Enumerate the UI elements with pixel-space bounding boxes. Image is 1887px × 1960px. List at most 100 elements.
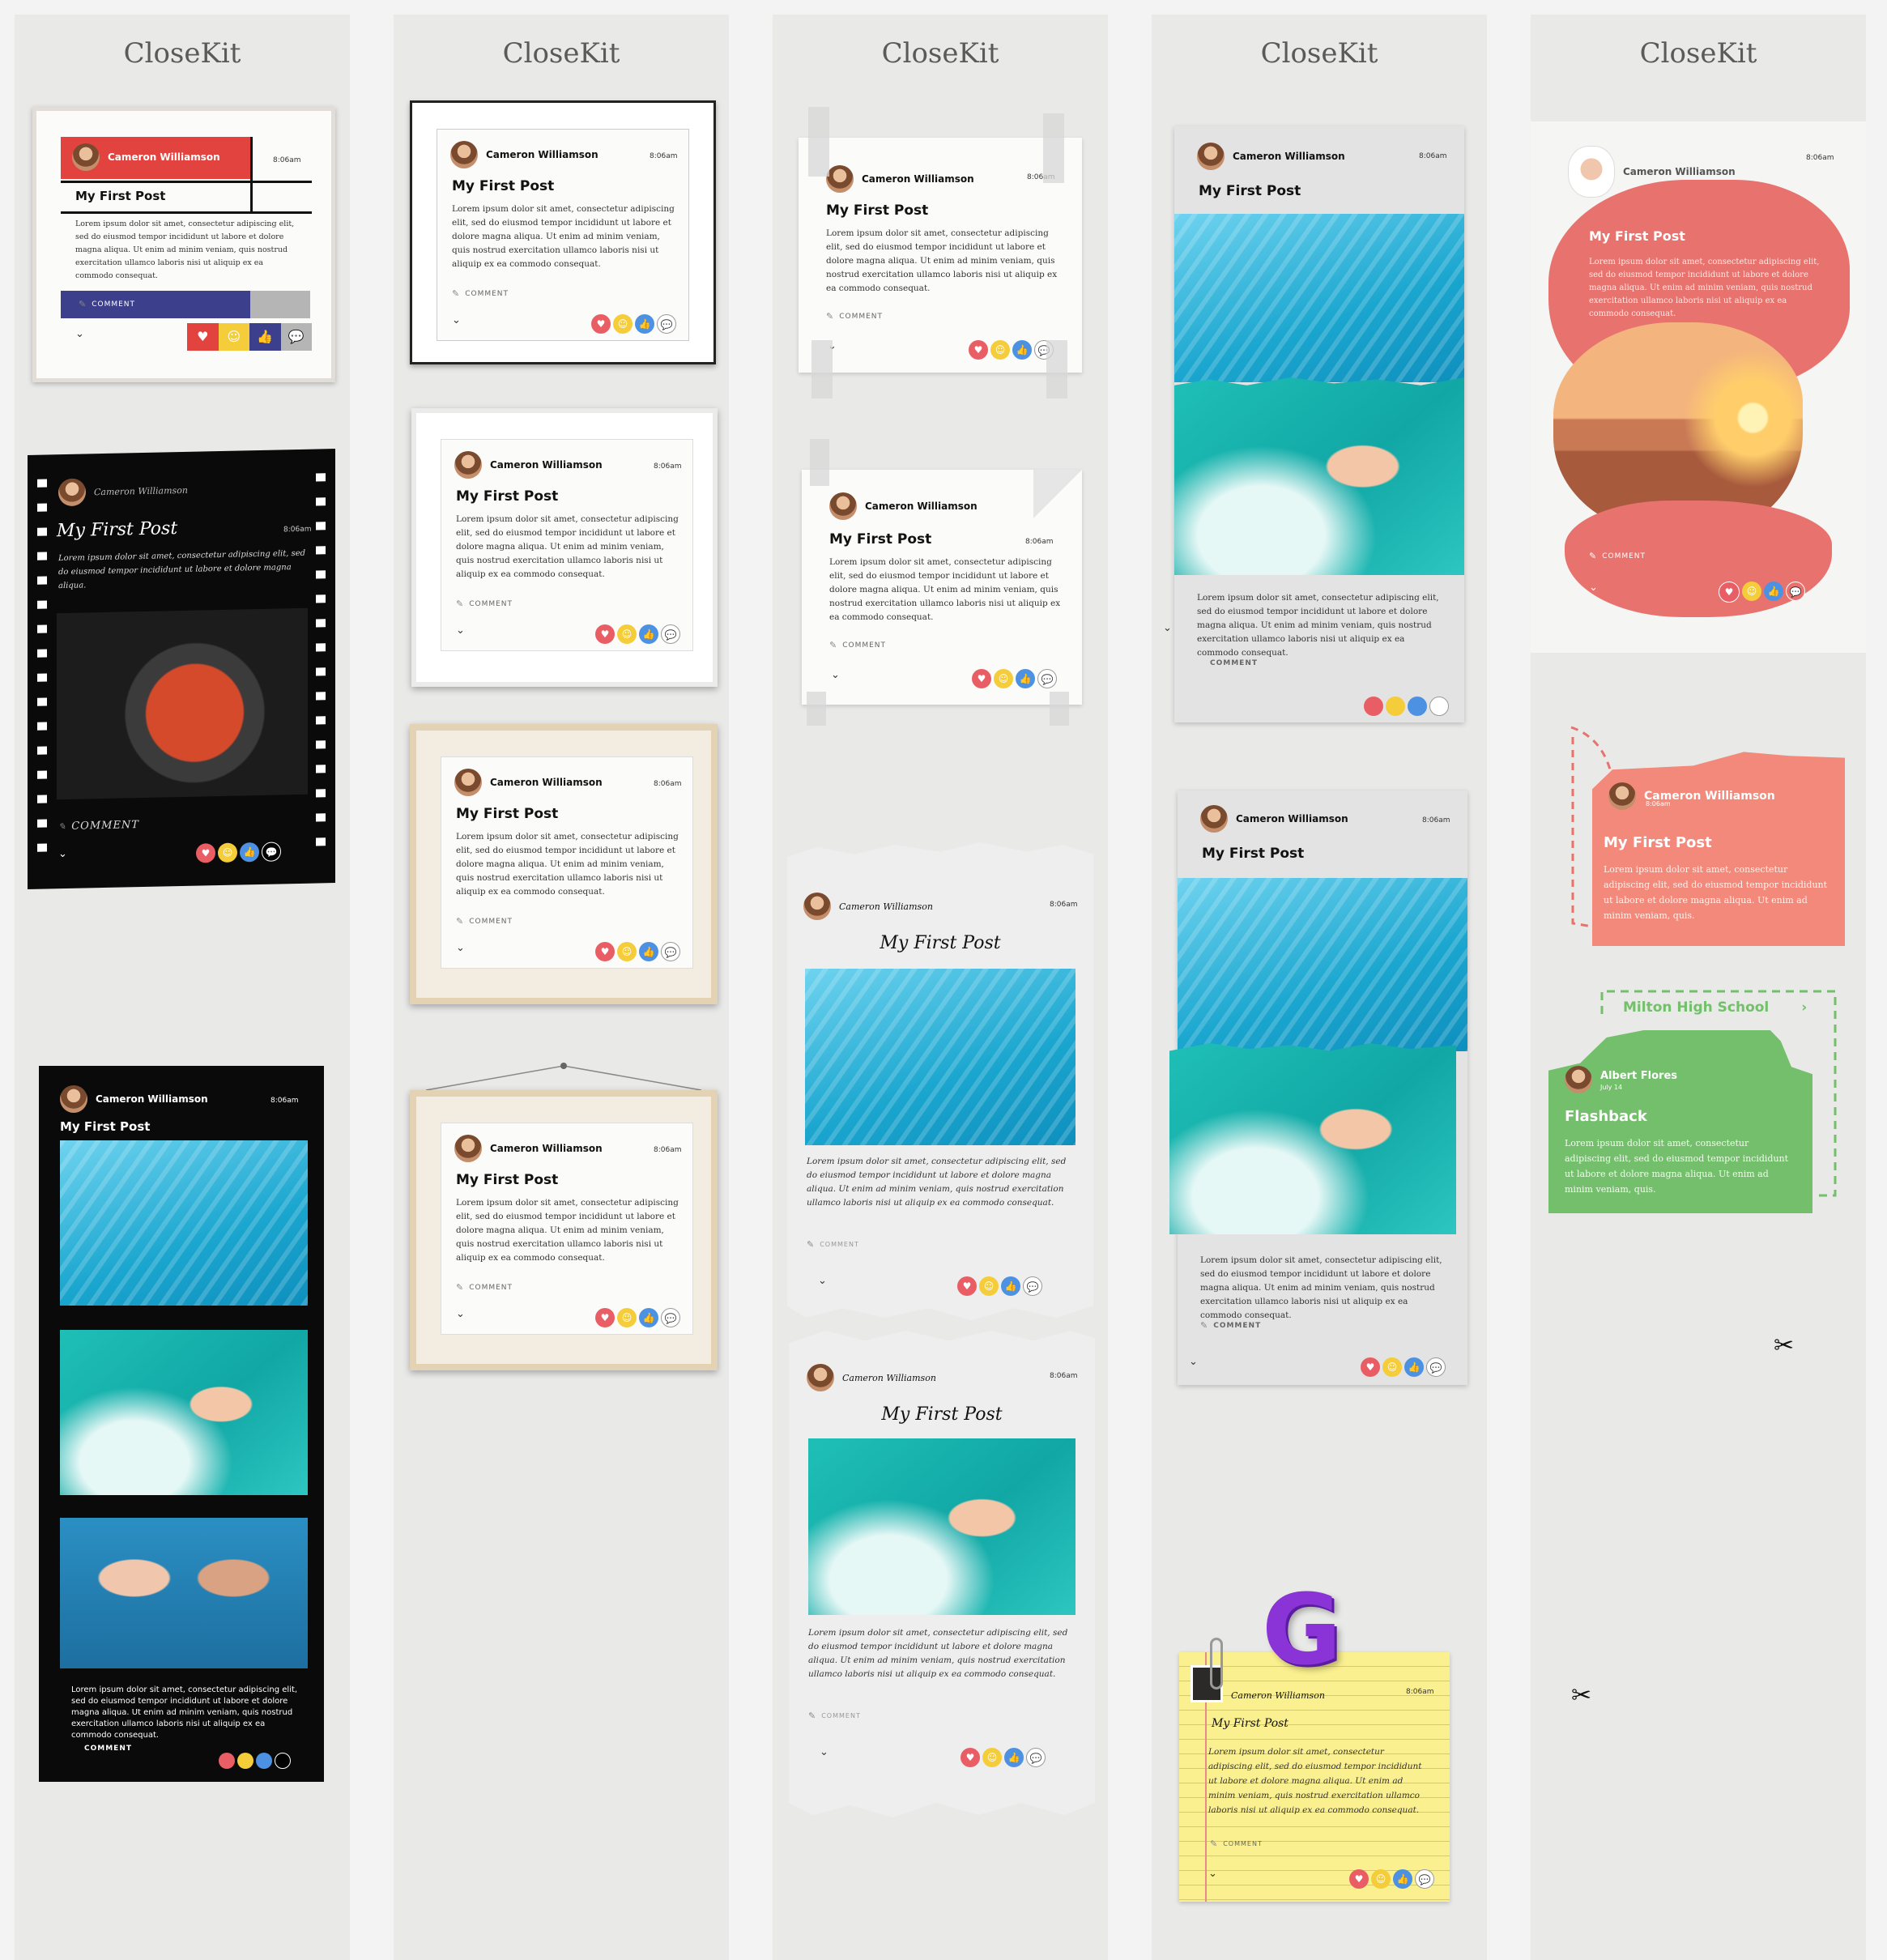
comment-button[interactable]: ✎ COMMENT (456, 1282, 513, 1293)
red-dot[interactable] (1364, 697, 1383, 716)
heart-icon[interactable]: ♥ (591, 314, 611, 334)
comment-button[interactable]: ✎ COMMENT (58, 819, 139, 833)
chevron-down-icon[interactable]: ⌄ (831, 669, 840, 681)
avatar[interactable] (826, 165, 854, 193)
user-name[interactable]: Cameron Williamson (486, 149, 598, 160)
avatar[interactable] (807, 1364, 834, 1391)
thumbs-up-icon[interactable]: 👍 (639, 1308, 658, 1327)
user-name[interactable]: Cameron Williamson (1231, 1690, 1325, 1701)
thumbs-up-icon[interactable]: 👍 (1001, 1276, 1020, 1296)
smile-icon[interactable]: ☺ (979, 1276, 999, 1296)
thumbs-up-icon[interactable]: 👍 (1393, 1869, 1412, 1889)
chevron-down-icon[interactable]: ⌄ (1163, 622, 1172, 634)
user-name[interactable]: Cameron Williamson (108, 151, 220, 163)
chevron-down-icon[interactable]: ⌄ (456, 942, 465, 954)
user-name[interactable]: Cameron Williamson (490, 459, 603, 471)
speech-icon[interactable]: 💬 (1037, 669, 1057, 688)
chevron-down-icon[interactable]: ⌄ (456, 1308, 465, 1320)
chevron-down-icon[interactable]: ⌄ (1189, 1356, 1198, 1368)
chevron-down-icon[interactable]: ⌄ (58, 848, 67, 860)
smile-icon[interactable]: ☺ (994, 669, 1013, 688)
user-name[interactable]: Cameron Williamson (862, 173, 974, 185)
speech-icon[interactable]: 💬 (661, 624, 680, 644)
yellow-dot[interactable] (1386, 697, 1405, 716)
thumbs-up-icon[interactable]: 👍 (639, 624, 658, 644)
user-name[interactable]: Cameron Williamson (839, 901, 933, 912)
post-image[interactable] (57, 607, 308, 800)
heart-icon[interactable]: ♥ (595, 1308, 615, 1327)
thumbs-up-icon[interactable]: 👍 (1016, 669, 1035, 688)
thumbs-up-icon[interactable]: 👍 (1004, 1748, 1024, 1767)
heart-icon[interactable]: ♥ (972, 669, 991, 688)
blue-dot[interactable] (256, 1753, 272, 1769)
smile-icon[interactable]: ☺ (617, 624, 637, 644)
thumbs-up-icon[interactable]: 👍 (635, 314, 654, 334)
avatar[interactable] (803, 893, 831, 920)
smile-icon[interactable]: ☺ (617, 1308, 637, 1327)
speech-icon[interactable]: 💬 (1426, 1357, 1446, 1377)
comment-button[interactable]: COMMENT (1210, 659, 1258, 667)
smile-icon[interactable]: ☺ (1382, 1357, 1402, 1377)
comment-button[interactable]: ✎ COMMENT (79, 299, 135, 309)
avatar[interactable] (829, 492, 857, 520)
user-name[interactable]: Cameron Williamson (865, 501, 978, 512)
thumbs-up-icon[interactable]: 👍 (249, 323, 281, 351)
post-image-couple[interactable] (60, 1518, 308, 1668)
speech-icon[interactable]: 💬 (262, 842, 281, 862)
avatar[interactable] (450, 141, 478, 168)
chevron-down-icon[interactable]: ⌄ (1589, 582, 1598, 594)
post-image-spa[interactable] (60, 1330, 308, 1495)
smile-icon[interactable]: ☺ (1742, 582, 1761, 601)
heart-icon[interactable]: ♥ (595, 942, 615, 961)
post-image[interactable] (808, 1438, 1076, 1615)
smile-icon[interactable]: ☺ (617, 942, 637, 961)
blue-dot[interactable] (1408, 697, 1427, 716)
user-name[interactable]: Cameron Williamson (1233, 151, 1345, 162)
empty-dot[interactable] (1429, 697, 1449, 716)
comment-button[interactable]: ✎ COMMENT (1200, 1320, 1261, 1331)
avatar[interactable] (60, 1085, 87, 1113)
comment-button[interactable]: ✎ COMMENT (807, 1239, 859, 1250)
comment-button[interactable]: ✎ COMMENT (829, 640, 886, 650)
scissors-icon[interactable]: ✂ (1571, 1681, 1591, 1710)
heart-icon[interactable]: ♥ (961, 1748, 980, 1767)
avatar[interactable] (1565, 1066, 1592, 1093)
empty-dot[interactable] (275, 1753, 291, 1769)
comment-button[interactable]: ✎ COMMENT (452, 288, 509, 299)
comment-button[interactable]: ✎ COMMENT (826, 311, 883, 322)
heart-icon[interactable]: ♥ (187, 323, 219, 351)
comment-button[interactable]: ✎ COMMENT (456, 916, 513, 927)
user-name[interactable]: Cameron Williamson (490, 777, 603, 788)
speech-icon[interactable]: 💬 (1786, 582, 1805, 601)
post-image[interactable] (805, 969, 1076, 1145)
heart-icon[interactable]: ♥ (1349, 1869, 1369, 1889)
post-image-pool[interactable] (1178, 878, 1467, 1051)
thumbs-up-icon[interactable]: 👍 (1404, 1357, 1424, 1377)
speech-icon[interactable]: 💬 (1026, 1748, 1046, 1767)
thumbs-up-icon[interactable]: 👍 (1012, 340, 1032, 360)
speech-icon[interactable]: 💬 (661, 1308, 680, 1327)
user-name[interactable]: Cameron Williamson (94, 484, 188, 496)
user-name[interactable]: Cameron Williamson (1236, 813, 1348, 824)
smile-icon[interactable]: ☺ (982, 1748, 1002, 1767)
user-name[interactable]: Albert Flores (1600, 1070, 1677, 1082)
chevron-down-icon[interactable]: ⌄ (75, 328, 84, 340)
smile-icon[interactable]: ☺ (218, 842, 237, 863)
avatar[interactable] (454, 769, 482, 796)
chevron-down-icon[interactable]: ⌄ (456, 624, 465, 637)
yellow-dot[interactable] (237, 1753, 253, 1769)
avatar[interactable] (1200, 805, 1228, 833)
user-name[interactable]: Cameron Williamson (1623, 166, 1736, 177)
speech-icon[interactable]: 💬 (657, 314, 676, 334)
user-name[interactable]: Cameron Williamson (842, 1373, 936, 1383)
speech-icon[interactable]: 💬 (280, 323, 312, 351)
avatar[interactable] (454, 451, 482, 479)
avatar[interactable] (1608, 782, 1636, 810)
thumbs-up-icon[interactable]: 👍 (1764, 582, 1783, 601)
avatar[interactable] (454, 1135, 482, 1162)
scissors-icon[interactable]: ✂ (1774, 1332, 1794, 1360)
heart-icon[interactable]: ♥ (196, 843, 215, 863)
avatar[interactable] (72, 143, 100, 171)
school-tab[interactable]: Milton High School › (1623, 999, 1807, 1016)
comment-button[interactable]: ✎ COMMENT (1589, 551, 1646, 561)
